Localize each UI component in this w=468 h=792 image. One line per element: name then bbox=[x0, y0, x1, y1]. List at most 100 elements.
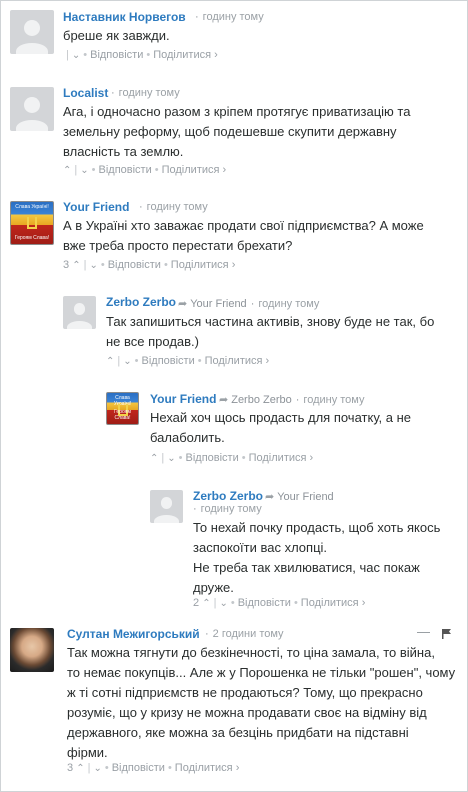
comment-line: то немає покупців... Але ж у Порошенка н… bbox=[67, 665, 456, 680]
avatar[interactable] bbox=[10, 87, 54, 131]
comment-line: бреше як завжди. bbox=[63, 28, 170, 43]
comment-time[interactable]: годину тому bbox=[119, 87, 180, 99]
reply-to-author[interactable]: Zerbo Zerbo bbox=[231, 394, 292, 406]
avatar[interactable]: Слава Україні! Героям Слава! bbox=[106, 392, 139, 425]
downvote-icon[interactable]: ⌄ bbox=[80, 165, 88, 176]
share-link[interactable]: Поділитися › bbox=[162, 164, 227, 176]
avatar-caption: Героям Слава! bbox=[114, 409, 131, 421]
comment-meta: ➦ Your Friend · годину тому bbox=[178, 298, 320, 310]
comment-meta: · годину тому bbox=[139, 201, 208, 213]
reply-to-author[interactable]: Your Friend bbox=[277, 491, 333, 503]
comment-line: ж ті сотні підприємств не продаються? То… bbox=[67, 685, 423, 700]
comment-line: заспокоїти вас хлопці. bbox=[193, 540, 328, 555]
reply-arrow-icon: ➦ bbox=[265, 491, 275, 503]
comment-text: То нехай почку продасть, щоб хоть якось … bbox=[193, 518, 440, 598]
comment-meta: · годину тому bbox=[193, 503, 262, 515]
reply-link[interactable]: Відповісти bbox=[108, 259, 161, 271]
reply-link[interactable]: Відповісти bbox=[99, 164, 152, 176]
comment-author[interactable]: Your Friend bbox=[150, 392, 216, 406]
comment-time[interactable]: годину тому bbox=[303, 394, 364, 406]
trident-icon bbox=[27, 216, 37, 229]
comment-line: Ага, і одночасно разом з кріпем протягує… bbox=[63, 104, 411, 119]
avatar[interactable] bbox=[63, 296, 96, 329]
downvote-icon[interactable]: ⌄ bbox=[93, 763, 101, 774]
avatar-caption: Героям Слава! bbox=[14, 235, 50, 241]
comment-time[interactable]: годину тому bbox=[201, 503, 262, 515]
vote-count: 3 bbox=[67, 762, 74, 774]
upvote-icon[interactable]: ⌃ bbox=[72, 260, 80, 271]
comment-line: фірми. bbox=[67, 745, 108, 760]
comment-time[interactable]: 2 години тому bbox=[213, 628, 284, 640]
avatar[interactable] bbox=[10, 628, 54, 672]
comment-text: Так можна тягнути до безкінечності, то ц… bbox=[67, 643, 455, 763]
comment-line: вже треба просто перестати брехати? bbox=[63, 238, 293, 253]
comment-text: бреше як завжди. bbox=[63, 26, 170, 46]
comment-text: Нехай хоч щось продасть для початку, а н… bbox=[150, 408, 411, 448]
flag-icon[interactable] bbox=[442, 629, 451, 639]
comments-panel: Наставник Норвегов · годину тому бреше як… bbox=[0, 0, 468, 792]
comment-time[interactable]: годину тому bbox=[258, 298, 319, 310]
comment-line: не все продав.) bbox=[106, 334, 199, 349]
share-link[interactable]: Поділитися › bbox=[153, 49, 218, 61]
share-link[interactable]: Поділитися › bbox=[249, 452, 314, 464]
upvote-icon[interactable]: ⌃ bbox=[150, 453, 158, 464]
comment-text: А в Україні хто заважає продати свої під… bbox=[63, 216, 424, 256]
vote-count: 3 bbox=[63, 259, 70, 271]
reply-link[interactable]: Відповісти bbox=[90, 49, 143, 61]
comment-author[interactable]: Your Friend bbox=[63, 200, 129, 214]
comment-actions: ⌃ | ⌄ • Відповісти • Поділитися › bbox=[106, 355, 270, 367]
share-link[interactable]: Поділитися › bbox=[171, 259, 236, 271]
avatar[interactable] bbox=[150, 490, 183, 523]
comment-time[interactable]: годину тому bbox=[147, 201, 208, 213]
comment-text: Ага, і одночасно разом з кріпем протягує… bbox=[63, 102, 410, 162]
comment-meta: · годину тому bbox=[111, 87, 180, 99]
reply-arrow-icon: ➦ bbox=[219, 394, 229, 406]
comment-author[interactable]: Наставник Норвегов bbox=[63, 10, 186, 24]
downvote-icon[interactable]: ⌄ bbox=[167, 453, 175, 464]
comment-line: Нехай хоч щось продасть для початку, а н… bbox=[150, 410, 411, 425]
comment-line: земельну реформу, щоб подешевше скупити … bbox=[63, 124, 397, 139]
downvote-icon[interactable]: ⌄ bbox=[123, 356, 131, 367]
comment-time[interactable]: годину тому bbox=[203, 11, 264, 23]
collapse-button[interactable]: — bbox=[417, 624, 430, 639]
downvote-icon[interactable]: ⌄ bbox=[89, 260, 97, 271]
vote-count: 2 bbox=[193, 597, 200, 609]
comment-meta: · 2 години тому bbox=[205, 628, 284, 640]
downvote-icon[interactable]: ⌄ bbox=[219, 598, 227, 609]
comment-line: Так запишиться частина активів, знову бу… bbox=[106, 314, 435, 329]
comment-actions: 3 ⌃ | ⌄ • Відповісти • Поділитися › bbox=[67, 762, 240, 774]
comment-actions: ⌃ | ⌄ • Відповісти • Поділитися › bbox=[63, 164, 227, 176]
reply-link[interactable]: Відповісти bbox=[186, 452, 239, 464]
share-link[interactable]: Поділитися › bbox=[175, 762, 240, 774]
share-link[interactable]: Поділитися › bbox=[301, 597, 366, 609]
comment-meta: ➦ Your Friend bbox=[265, 490, 334, 503]
reply-link[interactable]: Відповісти bbox=[112, 762, 165, 774]
downvote-icon[interactable]: ⌄ bbox=[72, 50, 80, 61]
reply-link[interactable]: Відповісти bbox=[142, 355, 195, 367]
avatar[interactable]: Слава Україні! Героям Слава! bbox=[10, 201, 54, 245]
comment-actions: | ⌄ • Відповісти • Поділитися › bbox=[66, 49, 218, 61]
avatar[interactable] bbox=[10, 10, 54, 54]
comment-line: Так можна тягнути до безкінечності, то ц… bbox=[67, 645, 435, 660]
comment-actions: 2 ⌃ | ⌄ • Відповісти • Поділитися › bbox=[193, 597, 366, 609]
comment-author[interactable]: Султан Межигорський bbox=[67, 627, 200, 641]
comment-line: друже. bbox=[193, 580, 234, 595]
reply-to-author[interactable]: Your Friend bbox=[190, 298, 246, 310]
upvote-icon[interactable]: ⌃ bbox=[63, 165, 71, 176]
comment-line: власність та землю. bbox=[63, 144, 184, 159]
comment-author[interactable]: Localist bbox=[63, 86, 108, 100]
comment-line: Не треба так хвилюватися, час покаж bbox=[193, 560, 420, 575]
upvote-icon[interactable]: ⌃ bbox=[76, 763, 84, 774]
comment-meta: ➦ Zerbo Zerbo · годину тому bbox=[219, 394, 365, 406]
reply-link[interactable]: Відповісти bbox=[238, 597, 291, 609]
comment-actions: ⌃ | ⌄ • Відповісти • Поділитися › bbox=[150, 452, 314, 464]
comment-actions: 3 ⌃ | ⌄ • Відповісти • Поділитися › bbox=[63, 259, 236, 271]
comment-author[interactable]: Zerbo Zerbo bbox=[193, 489, 263, 503]
upvote-icon[interactable]: ⌃ bbox=[106, 356, 114, 367]
comment-line: державного, яке можна за безцінь придбат… bbox=[67, 725, 409, 740]
comment-author[interactable]: Zerbo Zerbo bbox=[106, 295, 176, 309]
upvote-icon[interactable]: ⌃ bbox=[202, 598, 210, 609]
share-link[interactable]: Поділитися › bbox=[205, 355, 270, 367]
comment-line: балаболить. bbox=[150, 430, 225, 445]
comment-line: розуміє, що у кризу не можна продавати с… bbox=[67, 705, 427, 720]
